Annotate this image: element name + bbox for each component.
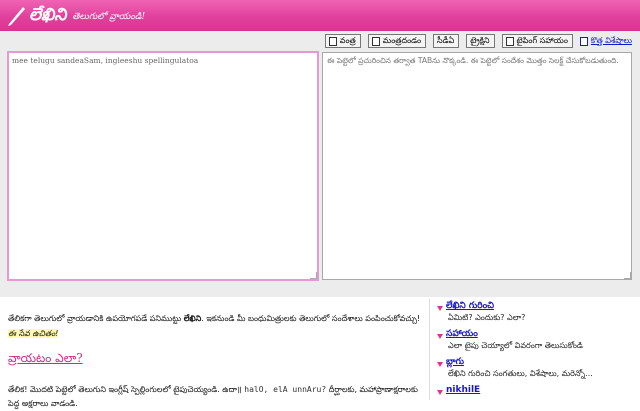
sidebar-item-blog: బ్లాగు లేఖిని గురించి సంగతులు, విశేషాలు,… (436, 357, 636, 379)
telugu-output[interactable]: ఈ పెట్టెలో ప్రచురించిన తర్వాత TABను నొక్… (322, 52, 632, 280)
new-features-label: కొత్త విశేషాలు (590, 35, 632, 45)
checkbox-icon (371, 36, 380, 46)
sidebar-link-about[interactable]: లేఖిని గురించి (446, 301, 636, 312)
sidebar-link-help[interactable]: సహాయం (446, 329, 636, 340)
new-features-link[interactable]: కొత్త విశేషాలు (579, 35, 632, 47)
toolbar-button-label: సీడీఏ (437, 36, 455, 45)
example-code: halO, elA unnAru? (244, 385, 327, 394)
toolbar-button-label: వంత్ర (339, 36, 356, 45)
output-hint: ఈ పెట్టెలో ప్రచురించిన తర్వాత TABను నొక్… (327, 56, 619, 65)
sidebar-link-blog[interactable]: బ్లాగు (446, 357, 636, 368)
toolbar-button-5[interactable]: టైపింగ్ సహాయం (501, 34, 573, 48)
transliteration-input[interactable]: mee telugu sandeaSam, ingleeshu spelling… (7, 51, 319, 281)
pen-icon (8, 7, 25, 26)
bullet-icon (437, 362, 443, 367)
how-to-heading[interactable]: వ్రాయటం ఎలా? (8, 351, 83, 368)
sidebar-desc: ఏమిటి? ఎందుకు? ఎలా? (448, 313, 526, 322)
toolbar-button-label: మంత్రదండం (382, 36, 422, 45)
sidebar: లేఖిని గురించి ఏమిటి? ఎందుకు? ఎలా? సహాయం… (436, 301, 636, 402)
toolbar-button-2[interactable]: మంత్రదండం (367, 34, 427, 48)
bullet-icon (437, 334, 443, 339)
sidebar-item-help: సహాయం ఎలా టైపు చెయ్యాలో వివరంగా తెలుసుకో… (436, 329, 636, 351)
sidebar-item-about: లేఖిని గురించి ఏమిటి? ఎందుకు? ఎలా? (436, 301, 636, 323)
sidebar-divider (429, 299, 430, 400)
intro-text-end: . ఇకనుండి మీ బంధుమిత్రులకు తెలుగులో సందే… (201, 314, 421, 323)
toolbar-button-label: ట్రైక్షిని (470, 36, 490, 45)
toolbar-button-1[interactable]: వంత్ర (324, 34, 361, 48)
brand-tagline: తెలుగులో వ్రాయండి! (72, 12, 146, 22)
intro-paragraph: తేలికగా తెలుగులో వ్రాయడానికి ఉపయోగపడే పన… (8, 311, 424, 341)
toolbar: వంత్ర మంత్రదండం సీడీఏ ట్రైక్షిని టైపింగ్… (324, 33, 632, 49)
checkbox-icon (579, 36, 588, 46)
resize-handle-icon[interactable] (310, 272, 317, 279)
toolbar-button-4[interactable]: ట్రైక్షిని (466, 34, 495, 48)
brand-name: లేఖిని (29, 5, 67, 25)
sidebar-link-nikhile[interactable]: nikhilE (446, 385, 636, 396)
sidebar-desc: ఎలా టైపు చెయ్యాలో వివరంగా తెలుసుకోండి (448, 341, 583, 350)
free-note: ఈ సేవ ఉచితం! (8, 329, 59, 338)
how-to-paragraph: తేలిక! మొదటి పెట్టెలో తెలుగుని ఇంగ్లీష్ … (8, 383, 424, 411)
checkbox-icon (505, 36, 514, 46)
sidebar-desc: లేఖిని గురించి సంగతులు, విశేషాలు, మరెన్న… (448, 369, 593, 378)
intro-brand: లేఖిని (183, 314, 202, 323)
toolbar-button-3[interactable]: సీడీఏ (433, 34, 460, 48)
checkbox-icon (328, 36, 337, 46)
sidebar-item-nikhile: nikhilE (436, 385, 636, 396)
resize-handle-icon[interactable] (624, 272, 631, 279)
toolbar-button-label: టైపింగ్ సహాయం (516, 36, 568, 45)
how-to-text: తేలిక! మొదటి పెట్టెలో తెలుగుని ఇంగ్లీష్ … (8, 385, 242, 394)
header-bar: లేఖిని తెలుగులో వ్రాయండి! (0, 0, 640, 31)
bullet-icon (437, 306, 443, 311)
bullet-icon (437, 390, 443, 395)
intro-text: తేలికగా తెలుగులో వ్రాయడానికి ఉపయోగపడే పన… (8, 314, 184, 323)
brand[interactable]: లేఖిని తెలుగులో వ్రాయండి! (6, 4, 145, 26)
main-content: తేలికగా తెలుగులో వ్రాయడానికి ఉపయోగపడే పన… (8, 311, 424, 408)
